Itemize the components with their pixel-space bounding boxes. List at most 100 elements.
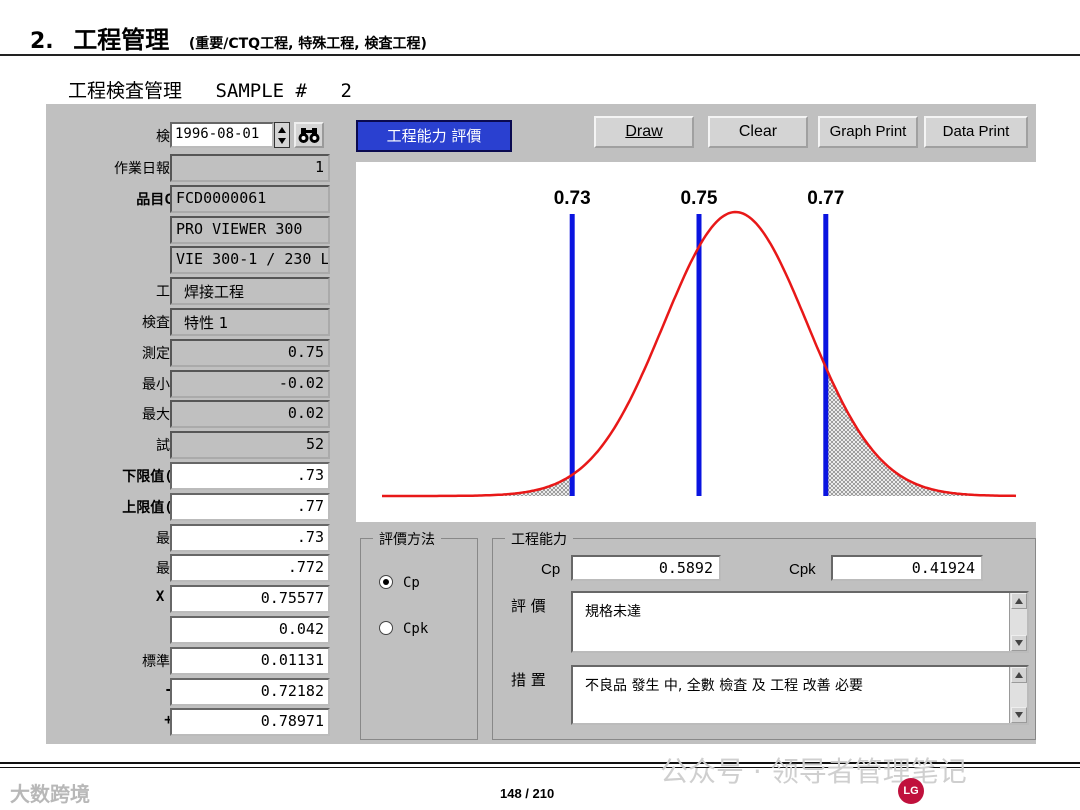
action-text: 不良品 發生 中, 全數 檢査 及 工程 改善 必要 <box>585 678 864 694</box>
spin-up-icon[interactable] <box>278 127 286 133</box>
eval-scrollbar[interactable] <box>1009 593 1027 651</box>
field-row: 測定規格0.75 <box>46 338 346 367</box>
field-value: VIE 300-1 / 230 L <box>170 246 330 275</box>
field-value: 焊接工程 <box>170 277 330 306</box>
field-value[interactable]: 0.72182 <box>170 677 330 706</box>
field-row: + 3S0.78971 <box>46 708 346 737</box>
slide-title: 2. 工程管理 (重要/CTQ工程, 特殊工程, 検査工程) <box>30 20 427 55</box>
section-title: 工程検査管理 <box>68 80 183 102</box>
field-value[interactable]: 0.042 <box>170 616 330 644</box>
field-row: 品目Code FCD0000061 <box>46 184 346 213</box>
field-row: X Bar0.75577 <box>46 585 346 614</box>
field-value: 1 <box>170 154 330 182</box>
slide-main-title: 工程管理 <box>73 26 170 54</box>
data-print-label: Data Print <box>942 123 1010 140</box>
field-row: 最大値.772 <box>46 554 346 583</box>
radio-cpk-label: Cpk <box>403 621 429 637</box>
binoculars-icon <box>298 128 320 143</box>
field-row: 品名PRO VIEWER 300 <box>46 215 346 244</box>
field-row: 作業日報番號 1 <box>46 154 346 182</box>
sample-number: 2 <box>340 80 352 102</box>
radio-cp[interactable]: Cp <box>379 575 420 591</box>
distribution-chart: 0.73 0.75 0.77 <box>356 162 1036 522</box>
date-row: 検査日 1996-08-01 <box>46 122 346 150</box>
field-row: 規格VIE 300-1 / 230 L <box>46 246 346 275</box>
watermark-left: 大数跨境 <box>10 782 90 806</box>
field-value[interactable]: .77 <box>170 492 330 521</box>
field-row: 上限值(UL) .77 <box>46 492 346 521</box>
scroll-down-icon[interactable] <box>1011 707 1027 723</box>
radio-cp-indicator[interactable] <box>379 575 393 589</box>
app-window: 検査日 1996-08-01 作業日報番號1品目CodeFCD0000061品名… <box>46 104 1036 744</box>
eval-label: 評 價 <box>511 597 546 615</box>
lg-logo: LG <box>898 778 924 804</box>
field-row: 最大公差0.02 <box>46 400 346 429</box>
spin-down-icon[interactable] <box>278 138 286 144</box>
scroll-up-icon[interactable] <box>1011 593 1027 609</box>
radio-cp-label: Cp <box>403 575 420 591</box>
field-value[interactable]: 0.01131 <box>170 646 330 675</box>
field-row: 最小値.73 <box>46 523 346 552</box>
field-row: 範圍0.042 <box>46 616 346 644</box>
radio-cpk-indicator[interactable] <box>379 621 393 635</box>
date-spinner[interactable] <box>274 122 290 148</box>
field-value[interactable]: .73 <box>170 523 330 552</box>
spec-line-label: 0.77 <box>807 188 844 209</box>
eval-memo[interactable]: 規格未達 <box>571 591 1029 653</box>
section-heading: 工程検査管理 SAMPLE # 2 <box>68 76 374 103</box>
cp-value-field[interactable]: 0.5892 <box>571 555 721 581</box>
sample-label: SAMPLE # <box>215 80 307 102</box>
field-value: 52 <box>170 431 330 460</box>
cpk-label: Cpk <box>789 561 816 578</box>
draw-label: Draw <box>625 123 663 140</box>
field-row: 下限值(SL) .73 <box>46 462 346 490</box>
action-scrollbar[interactable] <box>1009 667 1027 723</box>
field-row: - 3S0.72182 <box>46 677 346 706</box>
slide-number: 2. <box>30 29 54 54</box>
process-capability-eval-button[interactable]: 工程能力 評價 <box>356 120 512 152</box>
slide-subtitle: (重要/CTQ工程, 特殊工程, 検査工程) <box>188 36 427 52</box>
spec-line-label: 0.75 <box>681 188 718 209</box>
action-memo[interactable]: 不良品 發生 中, 全數 檢査 及 工程 改善 必要 <box>571 665 1029 725</box>
field-row: 試料數52 <box>46 431 346 460</box>
lower-tail-area <box>382 474 573 496</box>
title-divider <box>0 54 1080 56</box>
graph-print-button[interactable]: Graph Print <box>818 116 918 148</box>
scroll-down-icon[interactable] <box>1011 635 1027 651</box>
clear-button[interactable]: Clear <box>708 116 808 148</box>
upper-tail-area <box>825 367 1016 496</box>
binoculars-search-button[interactable] <box>294 122 324 148</box>
capability-group: 工程能力 Cp 0.5892 Cpk 0.41924 評 價 規格未達 措 置 … <box>492 529 1036 740</box>
radio-cpk[interactable]: Cpk <box>379 621 428 637</box>
field-value[interactable]: .73 <box>170 462 330 490</box>
action-label: 措 置 <box>511 671 546 689</box>
eval-method-title: 評價方法 <box>373 529 441 549</box>
draw-button[interactable]: Draw <box>594 116 694 148</box>
clear-label: Clear <box>738 123 778 140</box>
field-row: 最小公差-0.02 <box>46 369 346 398</box>
field-value[interactable]: .772 <box>170 554 330 583</box>
field-value: PRO VIEWER 300 <box>170 215 330 244</box>
field-value: 0.75 <box>170 338 330 367</box>
field-value: -0.02 <box>170 369 330 398</box>
distribution-chart-svg: 0.73 0.75 0.77 <box>382 188 1017 498</box>
spec-line-label: 0.73 <box>554 188 591 209</box>
cp-label: Cp <box>541 561 561 578</box>
field-row: 標準偏差0.01131 <box>46 646 346 675</box>
capability-title: 工程能力 <box>505 529 573 549</box>
graph-print-label: Graph Print <box>829 123 907 140</box>
data-print-button[interactable]: Data Print <box>924 116 1028 148</box>
field-value[interactable]: 0.75577 <box>170 585 330 614</box>
field-row: 工程名焊接工程 <box>46 277 346 306</box>
field-row: 検査特性特性 1 <box>46 308 346 336</box>
eval-method-group: 評價方法 Cp Cpk <box>360 529 478 740</box>
date-input[interactable]: 1996-08-01 <box>170 122 274 148</box>
page-number: 148 / 210 <box>500 786 555 801</box>
field-value[interactable]: 0.78971 <box>170 708 330 737</box>
scroll-up-icon[interactable] <box>1011 667 1027 683</box>
eval-text: 規格未達 <box>585 604 641 620</box>
field-value: 0.02 <box>170 400 330 429</box>
cpk-value-field[interactable]: 0.41924 <box>831 555 983 581</box>
field-value: 特性 1 <box>170 308 330 336</box>
field-value: FCD0000061 <box>170 184 330 213</box>
